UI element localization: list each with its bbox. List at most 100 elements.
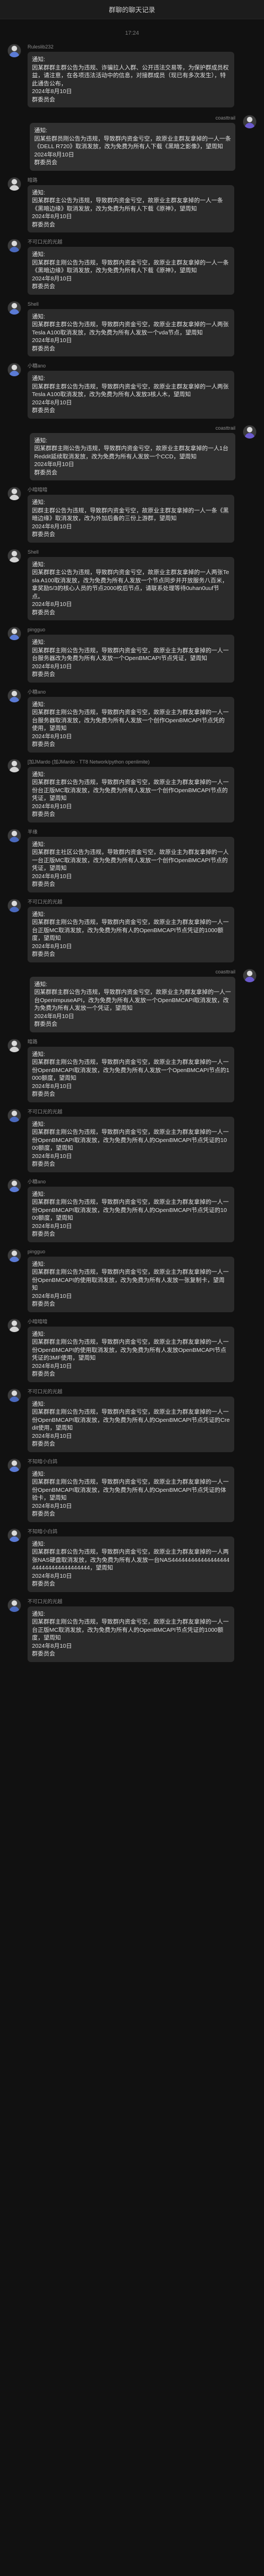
sender-name: 不知暗小白鸽 bbox=[28, 1458, 58, 1464]
message-bubble[interactable]: 通知: 因某群群主刚公告为违规，导致群内资金亏空，故原业主为群友拿掉的一人一台服务… bbox=[28, 635, 234, 683]
message-bubble[interactable]: 通知: 因某群群主群公告为违规，导致群内资金亏空，故原业主为群友拿掉的一人一台Op… bbox=[30, 976, 235, 1032]
avatar[interactable] bbox=[8, 1458, 21, 1472]
avatar[interactable] bbox=[243, 968, 256, 982]
avatar[interactable] bbox=[8, 899, 21, 912]
chat-message[interactable]: Shell 通知: 因某群群主群公告为违规，导致群内资金亏空，故原业主群友拿掉的一人… bbox=[8, 301, 256, 356]
chat-message[interactable]: 小糖ano 通知: 因某群群主刚公告为违规，导致群内资金亏空，故原业主为群友拿掉的一… bbox=[8, 1178, 256, 1242]
avatar[interactable] bbox=[8, 1038, 21, 1052]
chat-message[interactable]: pingguo 通知: 因某群群主刚公告为违规，导致群内资金亏空，故原业主为群友拿掉… bbox=[8, 627, 256, 683]
chat-message[interactable]: coasttrail 通知: 因某群群主刚公告为违规，导致群内资金亏空，故原业主群友… bbox=[8, 425, 256, 480]
sender-name: Shell bbox=[28, 301, 39, 307]
chat-message[interactable]: 暗路 通知: 因某群群主公告为违规，导致群内资金亏空，故原业主群友拿掉的一人一条《黑… bbox=[8, 177, 256, 232]
message-bubble[interactable]: 通知: 因某群群主刚公告为违规，导致群内资金亏空，故原业主为群友拿掉的一人一份Op… bbox=[28, 1046, 234, 1102]
avatar[interactable] bbox=[8, 301, 21, 315]
message-line: 2024年8月10日 bbox=[32, 943, 72, 950]
sender-name: [加JMardo (加JMardo - TT8 Network/python o… bbox=[28, 759, 150, 765]
message-bubble[interactable]: 通知: 因某群群主刚公告为违规，导致群内资金亏空，故原业主为群友拿掉的一人一份Op… bbox=[28, 1116, 234, 1172]
message-bubble[interactable]: 通知: 因群主群公告为违规，导致群内资金亏空，故原业主群友拿掉的一人一条《黑暗边缘… bbox=[28, 495, 234, 543]
chat-message[interactable]: 不可口光的光越 通知: 因某群群主刚公告为违规，导致群内资金亏空，故原业主为群友拿掉… bbox=[8, 1388, 256, 1452]
chat-message[interactable]: pingguo 通知: 因某群群主刚公告为违规，导致群内资金亏空，故原业主为群友拿掉… bbox=[8, 1248, 256, 1312]
message-line: 通知: bbox=[32, 189, 45, 196]
message-bubble[interactable]: 通知: 因某群群主刚公告为违规，导致群内资金亏空，故原业主为群友拿掉的一人一台正版… bbox=[28, 906, 234, 962]
message-line: 通知: bbox=[32, 1540, 45, 1547]
avatar[interactable] bbox=[8, 1318, 21, 1332]
message-bubble[interactable]: 通知: 因某群群主刚公告为违规，导致群内资金亏空，故原业主为群友拿掉的一人一份Op… bbox=[28, 1326, 234, 1382]
message-line: 群委员会 bbox=[32, 221, 55, 228]
chat-message[interactable]: 不知暗小白鸽通知: 因某群群主刚公告为违规，导致群内资金亏空，故原业主为群友拿掉的… bbox=[8, 1458, 256, 1522]
message-bubble[interactable]: 通知: 因某群群主群公告为违规，导致群内资金亏空，故原业主为群友拿掉的一人一份台正… bbox=[28, 766, 234, 822]
avatar[interactable] bbox=[8, 759, 21, 772]
message-line: 通知: bbox=[32, 251, 45, 258]
avatar[interactable] bbox=[8, 689, 21, 702]
avatar[interactable] bbox=[243, 115, 256, 128]
message-bubble[interactable]: 通知: 因某群群主刚公告为违规，导致群内资金亏空，故原业主为群友拿掉的一人一台服务… bbox=[28, 696, 234, 753]
window-title: 群聊的聊天记录 bbox=[109, 6, 155, 14]
avatar[interactable] bbox=[8, 487, 21, 500]
chat-message[interactable]: 不可口光的光越 通知: 因某群群主刚公告为违规，导致群内资金亏空，故原业主为群友拿掉… bbox=[8, 899, 256, 962]
chat-message[interactable]: 不知暗小白鸽 通知: 因某群群主群公告为违规，导致群内资金亏空，故原业主为群友拿掉的… bbox=[8, 1528, 256, 1592]
avatar[interactable] bbox=[8, 1108, 21, 1122]
message-bubble[interactable]: 通知: 因某群群主群公告为违规、诈骗拉人入群、公开违法交易等，为保护群成员权益，请… bbox=[28, 52, 234, 107]
message-line: 群委员会 bbox=[32, 741, 55, 748]
chat-message[interactable]: coasttrail 通知: 因某些群员刚公告为违规，导致群内资金亏空，故原业主群友… bbox=[8, 115, 256, 171]
message-bubble[interactable]: 通知: 因某群群主刚公告为违规，导致群内资金亏空，故原业主群友拿掉的一人一条《黑暗… bbox=[28, 247, 234, 295]
message-bubble[interactable]: 通知: 因某群群主群公告为违规，导致群内资金亏空，故原业主群友拿掉的一人两张Tes… bbox=[28, 371, 234, 419]
avatar[interactable] bbox=[8, 627, 21, 640]
message-line: 通知: bbox=[32, 313, 45, 320]
avatar[interactable] bbox=[8, 44, 21, 57]
message-line: 因某群群主刚公告为违规，导致群内资金亏空，故原业主为群友拿掉的一人一份OpenB… bbox=[32, 1339, 229, 1361]
message-line: 2024年8月10日 bbox=[32, 1572, 72, 1579]
avatar[interactable] bbox=[8, 1178, 21, 1192]
message-line: 通知: bbox=[32, 911, 45, 918]
message-line: 群委员会 bbox=[32, 531, 55, 538]
message-line: 群委员会 bbox=[32, 671, 55, 678]
message-bubble[interactable]: 通知: 因某些群员刚公告为违规，导致群内资金亏空，故原业主群友拿掉的一人一条《DE… bbox=[30, 123, 235, 171]
chat-message[interactable]: 不可口光的光越 通知: 因某群群主刚公告为违规，导致群内资金亏空，故原业主群友拿掉的… bbox=[8, 239, 256, 295]
avatar[interactable] bbox=[8, 1528, 21, 1542]
message-bubble[interactable]: 通知: 因某群群主公告为违规，导致群内资金亏空，故原业主群友拿掉的一人两张Tesl… bbox=[28, 556, 234, 620]
avatar[interactable] bbox=[8, 239, 21, 252]
avatar[interactable] bbox=[8, 1248, 21, 1262]
chat-message[interactable]: 半缘 通知: 因某群群主社区公告为违规，导致群内资金亏空，故原业主为群友拿掉的一人一… bbox=[8, 829, 256, 892]
message-line: 2024年8月10日 bbox=[32, 337, 72, 344]
chat-message[interactable]: 小糖ano 通知: 因某群群主群公告为违规，导致群内资金亏空，故原业主群友拿掉的一人… bbox=[8, 363, 256, 419]
message-bubble[interactable]: 通知: 因某群群主刚公告为违规，导致群内资金亏空，故原业主为群友拿掉的一人一份Op… bbox=[28, 1396, 234, 1452]
sender-name: 不可口光的光越 bbox=[28, 1598, 63, 1604]
avatar[interactable] bbox=[243, 425, 256, 439]
chat-message[interactable]: 小暗暗暗通知: 因群主群公告为违规，导致群内资金亏空，故原业主群友拿掉的一人一条《… bbox=[8, 487, 256, 543]
avatar[interactable] bbox=[8, 549, 21, 562]
message-bubble[interactable]: 通知: 因某群群主刚公告为违规，导致群内资金亏空，故原业主为群友拿掉的一人一份Op… bbox=[28, 1256, 234, 1312]
avatar[interactable] bbox=[8, 1598, 21, 1612]
avatar[interactable] bbox=[8, 177, 21, 191]
message-bubble[interactable]: 通知: 因某群群主刚公告为违规，导致群内资金亏空，故原业主为群友拿掉的一人一份Op… bbox=[28, 1466, 234, 1522]
sender-name: coasttrail bbox=[215, 115, 235, 121]
message-line: 通知: bbox=[34, 437, 47, 444]
message-bubble[interactable]: 通知: 因某群群主刚公告为违规，导致群内资金亏空，故原业主群友拿掉的一人1台Red… bbox=[30, 432, 235, 480]
message-bubble[interactable]: 通知: 因某群群主社区公告为违规，导致群内资金亏空，故原业主为群友拿掉的一人一台正… bbox=[28, 836, 234, 892]
message-line: 因某群群主刚公告为违规，导致群内资金亏空，故原业主为群友拿掉的一人一台服务器改为… bbox=[32, 647, 229, 662]
avatar[interactable] bbox=[8, 1388, 21, 1402]
message-line: 2024年8月10日 bbox=[34, 1013, 74, 1020]
message-bubble[interactable]: 通知: 因某群群主刚公告为违规，导致群内资金亏空，故原业主为群友拿掉的一人一台正版… bbox=[28, 1606, 234, 1662]
chat-message[interactable]: coasttrail 通知: 因某群群主群公告为违规，导致群内资金亏空，故原业主为群… bbox=[8, 968, 256, 1032]
chat-message[interactable]: Ruleslib232 通知: 因某群群主群公告为违规、诈骗拉人入群、公开违法交易等… bbox=[8, 44, 256, 107]
chat-message[interactable]: Shell 通知: 因某群群主公告为违规，导致群内资金亏空，故原业主群友拿掉的一人两… bbox=[8, 549, 256, 620]
sender-name: 暗路 bbox=[28, 1038, 38, 1045]
chat-message[interactable]: 小暗暗暗 通知: 因某群群主刚公告为违规，导致群内资金亏空，故原业主为群友拿掉的一人… bbox=[8, 1318, 256, 1382]
message-line: 2024年8月10日 bbox=[32, 601, 72, 608]
avatar[interactable] bbox=[8, 829, 21, 842]
chat-message[interactable]: 小糖ano 通知: 因某群群主刚公告为违规，导致群内资金亏空，故原业主为群友拿掉的一… bbox=[8, 689, 256, 753]
chat-message[interactable]: 不可口光的光越通知: 因某群群主刚公告为违规，导致群内资金亏空，故原业主为群友拿掉… bbox=[8, 1598, 256, 1662]
message-bubble[interactable]: 通知: 因某群群主公告为违规，导致群内资金亏空，故原业主群友拿掉的一人一条《黑暗边… bbox=[28, 185, 234, 232]
message-line: 通知: bbox=[32, 499, 45, 506]
sender-name: 小暗暗暗 bbox=[28, 487, 48, 493]
message-bubble[interactable]: 通知: 因某群群主刚公告为违规，导致群内资金亏空，故原业主为群友拿掉的一人一份Op… bbox=[28, 1186, 234, 1242]
message-bubble[interactable]: 通知: 因某群群主群公告为违规，导致群内资金亏空，故原业主为群友拿掉的一人两张NA… bbox=[28, 1536, 234, 1592]
avatar[interactable] bbox=[8, 363, 21, 376]
chat-message[interactable]: [加JMardo (加JMardo - TT8 Network/python o… bbox=[8, 759, 256, 822]
chat-message[interactable]: 不可口光的光越 通知: 因某群群主刚公告为违规，导致群内资金亏空，故原业主为群友拿掉… bbox=[8, 1108, 256, 1172]
message-bubble[interactable]: 通知: 因某群群主群公告为违规，导致群内资金亏空，故原业主群友拿掉的一人两张Tes… bbox=[28, 309, 234, 356]
message-line: 通知: bbox=[32, 771, 45, 778]
message-line: 群委员会 bbox=[32, 1161, 55, 1167]
chat-message[interactable]: 暗路 通知: 因某群群主刚公告为违规，导致群内资金亏空，故原业主为群友拿掉的一人一份… bbox=[8, 1038, 256, 1102]
